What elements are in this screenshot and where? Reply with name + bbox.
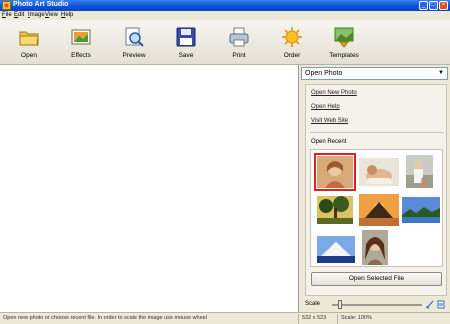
visit-web-site-link[interactable]: Visit Web Site — [311, 118, 348, 124]
open-recent-label: Open Recent — [311, 139, 347, 145]
image-canvas[interactable] — [0, 65, 299, 312]
effects-button[interactable]: Effects — [61, 20, 101, 65]
maximize-button[interactable]: □ — [429, 1, 438, 10]
recent-thumbnail[interactable] — [317, 236, 355, 263]
status-bar: Open new photo or choose recent file. In… — [0, 312, 450, 324]
preview-button[interactable]: Preview — [114, 20, 154, 65]
open-photo-pane: Open New Photo Open Help Visit Web Site … — [305, 84, 447, 296]
print-button[interactable]: Print — [219, 20, 259, 65]
recent-thumbnail[interactable] — [314, 153, 356, 191]
recent-thumbnail[interactable] — [359, 194, 399, 226]
recent-thumbnail[interactable] — [362, 230, 388, 265]
sun-icon — [282, 27, 302, 47]
panel-mode-select[interactable]: Open Photo ▼ — [301, 67, 448, 80]
order-button[interactable]: Order — [272, 20, 312, 65]
title-bar: Photo Art Studio _ □ × — [0, 0, 450, 11]
divider — [337, 314, 338, 324]
recent-thumbnail[interactable] — [402, 197, 440, 223]
menu-edit[interactable]: Edit — [14, 12, 24, 18]
scale-slider-handle[interactable] — [338, 300, 342, 309]
recent-thumbnail[interactable] — [359, 158, 399, 186]
minimize-button[interactable]: _ — [419, 1, 428, 10]
menu-bar: File Edit Image View Help — [0, 11, 450, 20]
preview-icon — [125, 27, 144, 47]
effects-icon — [71, 29, 91, 45]
templates-button[interactable]: Templates — [324, 20, 364, 65]
recent-thumbnail[interactable] — [406, 155, 433, 188]
floppy-icon — [176, 27, 196, 47]
divider — [298, 314, 299, 324]
printer-icon — [229, 27, 249, 47]
toolbar: Open Effects Preview Save Print Order Te… — [0, 20, 450, 65]
divider — [310, 132, 444, 133]
menu-view[interactable]: View — [45, 12, 58, 18]
open-selected-file-button[interactable]: Open Selected File — [311, 272, 442, 286]
actual-size-icon[interactable] — [437, 300, 445, 309]
scale-row: Scale — [300, 298, 450, 311]
image-dimensions: 532 x 523 — [302, 315, 327, 321]
side-panel: Open Photo ▼ Open New Photo Open Help Vi… — [300, 65, 450, 312]
save-button[interactable]: Save — [166, 20, 206, 65]
chevron-down-icon: ▼ — [438, 70, 444, 76]
window-title: Photo Art Studio — [13, 1, 69, 8]
app-icon — [2, 1, 11, 10]
zoom-level: Scale: 100% — [341, 315, 372, 321]
status-hint: Open new photo or choose recent file. In… — [3, 315, 207, 321]
templates-icon — [334, 27, 354, 48]
menu-image[interactable]: Image — [28, 12, 45, 18]
open-button[interactable]: Open — [9, 20, 49, 65]
folder-icon — [19, 31, 39, 46]
recent-thumbnail[interactable] — [317, 196, 353, 224]
close-button[interactable]: × — [439, 1, 448, 10]
open-help-link[interactable]: Open Help — [311, 104, 340, 110]
open-new-photo-link[interactable]: Open New Photo — [311, 90, 357, 96]
recent-files-grid — [310, 149, 443, 267]
scale-slider[interactable] — [332, 304, 422, 306]
menu-help[interactable]: Help — [61, 12, 73, 18]
menu-file[interactable]: File — [2, 12, 12, 18]
fit-to-window-icon[interactable] — [426, 300, 434, 309]
